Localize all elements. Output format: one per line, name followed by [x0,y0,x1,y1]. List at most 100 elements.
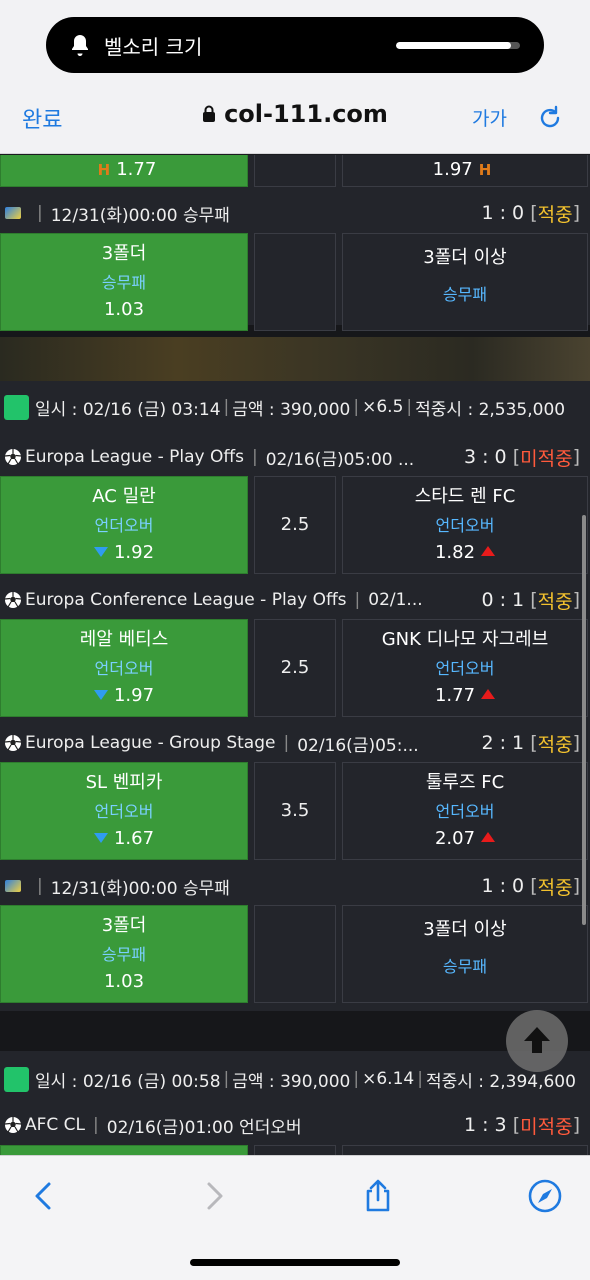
market-type: 언더오버 [94,516,154,535]
odds-row: 3폴더 승무패 1.03 3폴더 이상 승무패 [0,905,590,1003]
away-odds-button[interactable]: 1.97 H [342,155,588,187]
select-checkbox[interactable] [4,1066,29,1092]
away-odds-button[interactable]: 스타드 렌 FC 언더오버 1.82 [342,476,588,574]
bet-history-list[interactable]: H 1.77 1.97 H | 12/31(화)00:00 승무패 1 : 0 [적… [0,155,590,1155]
bet-card-previous: H 1.77 1.97 H | 12/31(화)00:00 승무패 1 : 0 [적… [0,155,590,331]
match-datetime: 02/16(금)01:00 언더오버 [106,1117,302,1138]
odds-row [0,1145,590,1155]
result-badge: 미적중 [520,1115,573,1138]
handicap-box [254,233,336,331]
back-icon[interactable] [26,1178,62,1214]
arrow-down-icon [93,690,108,700]
odds-row: SL 벤피카 언더오버 1.67 3.5 툴루즈 FC 언더오버 2.07 [0,762,590,860]
arrow-down-icon [93,833,108,843]
team-name: 레알 베티스 [79,629,169,650]
team-name: 스타드 렌 FC [414,486,516,507]
result-badge: 적중 [537,590,573,613]
odd-value: 1.92 [113,542,155,563]
arrow-up-icon [481,689,496,699]
bet-header: 일시 : 02/16 (금) 03:14 | 금액 : 390,000 | ×6… [0,387,590,427]
market-type: 승무패 [442,285,488,304]
match-datetime: 12/31(화)00:00 승무패 [50,878,230,899]
odds-row: H 1.77 1.97 H [0,155,590,187]
bet-payout: 적중시 : 2,394,600 [425,1071,576,1092]
market-type: 승무패 [442,957,488,976]
home-odds-button[interactable]: SL 벤피카 언더오버 1.67 [0,762,248,860]
match-row: Europa Conference League - Play Offs | 0… [0,582,590,618]
team-name: SL 벤피카 [85,772,163,793]
match-score: 1 : 0 [적중] [481,868,580,904]
score-value: 0 : 1 [481,589,525,611]
away-odds-button[interactable]: 3폴더 이상 승무패 [342,233,588,331]
handicap-box [254,905,336,1003]
home-odds-button[interactable]: AC 밀란 언더오버 1.92 [0,476,248,574]
bet-amount: 금액 : 390,000 [232,1071,351,1092]
home-odds-button[interactable]: 레알 베티스 언더오버 1.97 [0,619,248,717]
share-icon[interactable] [360,1178,396,1214]
bet-amount: 금액 : 390,000 [232,399,351,420]
home-odds-button[interactable] [0,1145,248,1155]
h-mark: H [97,161,111,179]
h-mark: H [478,161,492,179]
team-name: GNK 디나모 자그레브 [381,629,549,650]
match-score: 0 : 1 [적중] [481,582,580,618]
reload-icon[interactable] [536,104,564,132]
home-odds-button[interactable]: 3폴더 승무패 1.03 [0,233,248,331]
market-type: 언더오버 [435,659,495,678]
home-indicator [190,1259,400,1266]
soccer-ball-icon [4,449,22,465]
bet-card: 일시 : 02/16 (금) 00:58 | 금액 : 390,000 | ×6… [0,1051,590,1155]
score-value: 1 : 3 [463,1114,507,1136]
match-row: Europa League - Group Stage | 02/16(금)05… [0,725,590,761]
odd-value: 1.97 [432,159,473,180]
volume-hud: 벨소리 크기 [46,17,544,73]
bet-date: 일시 : 02/16 (금) 03:14 [35,399,221,420]
odds-row: 레알 베티스 언더오버 1.97 2.5 GNK 디나모 자그레브 언더오버 1… [0,619,590,717]
soccer-ball-icon [4,1117,22,1133]
handicap-box [254,1145,336,1155]
match-row: | 12/31(화)00:00 승무패 1 : 0 [적중] [0,195,590,231]
team-name: 3폴더 [101,915,147,936]
odd-value: 1.77 [434,685,476,706]
select-checkbox[interactable] [4,394,29,420]
home-odds-button[interactable]: 3폴더 승무패 1.03 [0,905,248,1003]
soccer-ball-icon [4,735,22,751]
away-odds-button[interactable]: 툴루즈 FC 언더오버 2.07 [342,762,588,860]
odd-value: 1.03 [103,971,145,992]
odd-value: 1.03 [103,299,145,320]
forward-icon[interactable] [196,1178,232,1214]
away-odds-button[interactable]: GNK 디나모 자그레브 언더오버 1.77 [342,619,588,717]
bet-header: 일시 : 02/16 (금) 00:58 | 금액 : 390,000 | ×6… [0,1059,590,1099]
scrollbar-thumb[interactable] [582,515,586,925]
bet-payout: 적중시 : 2,535,000 [415,399,566,420]
bet-date: 일시 : 02/16 (금) 00:58 [35,1071,221,1092]
arrow-up-icon [481,832,496,842]
handicap-box: 2.5 [254,619,336,717]
away-odds-button[interactable]: 3폴더 이상 승무패 [342,905,588,1003]
scroll-to-top-button[interactable] [506,1010,568,1072]
handicap-value: 3.5 [280,800,310,821]
odd-value: 1.97 [113,685,155,706]
volume-bar [396,42,520,49]
home-odds-button[interactable]: H 1.77 [0,155,248,187]
away-odds-button[interactable] [342,1145,588,1155]
score-value: 1 : 0 [481,202,525,224]
match-score: 1 : 3 [미적중] [464,1107,580,1143]
odd-value: 1.82 [434,542,476,563]
team-name: 3폴더 이상 [423,247,507,268]
lock-icon [203,105,216,122]
bell-icon [72,35,88,56]
odds-row: 3폴더 승무패 1.03 3폴더 이상 승무패 [0,233,590,331]
team-name: 3폴더 [101,243,147,264]
score-value: 2 : 1 [481,732,525,754]
compass-icon[interactable] [527,1178,563,1214]
status-area: 벨소리 크기 [0,0,590,88]
text-size-button[interactable]: 가가 [472,104,507,131]
result-badge: 적중 [537,203,573,226]
score-value: 1 : 0 [481,875,525,897]
match-datetime: 02/1... [368,590,423,610]
team-name: 3폴더 이상 [423,919,507,940]
handicap-box: 2.5 [254,476,336,574]
odd-value: 1.67 [113,828,155,849]
match-datetime: 12/31(화)00:00 승무패 [50,205,230,226]
